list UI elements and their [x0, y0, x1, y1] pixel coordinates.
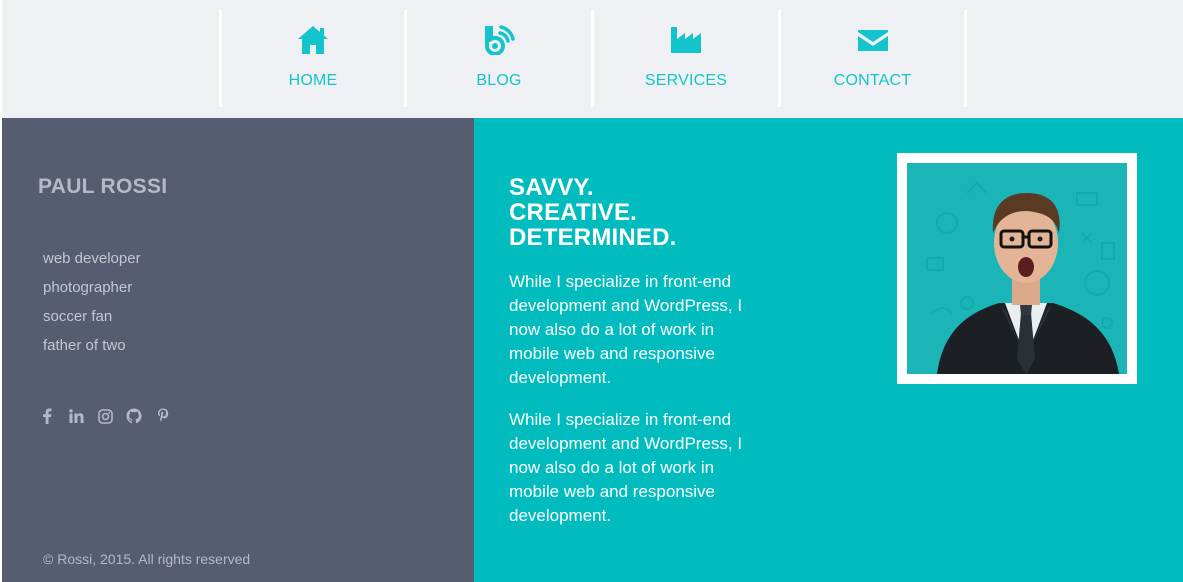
trait-item: father of two — [43, 337, 126, 354]
nav-item-blog[interactable]: BLOG — [404, 10, 591, 107]
factory-icon — [669, 24, 703, 56]
nav-item-contact[interactable]: CONTACT — [778, 10, 967, 107]
trait-item: soccer fan — [43, 308, 113, 325]
profile-photo — [907, 163, 1127, 374]
nav-item-home[interactable]: HOME — [219, 10, 404, 107]
intro-section: SAVVY. CREATIVE. DETERMINED. While I spe… — [474, 118, 1183, 582]
social-links — [38, 407, 172, 425]
pinterest-icon[interactable] — [154, 407, 172, 425]
profile-photo-frame — [897, 153, 1137, 384]
facebook-icon[interactable] — [38, 407, 56, 425]
intro-paragraph: While I specialize in front-end developm… — [509, 410, 743, 525]
nav-label-services: SERVICES — [644, 72, 728, 89]
headline-line: CREATIVE. — [509, 199, 638, 226]
trait-item: web developer — [43, 250, 141, 267]
trait-item: photographer — [43, 279, 133, 296]
nav-label-contact: CONTACT — [833, 72, 912, 89]
copyright-text: © Rossi, 2015. All rights reserved — [43, 551, 251, 567]
traits-list: web developer photographer soccer fan fa… — [43, 248, 141, 364]
instagram-icon[interactable] — [96, 407, 114, 425]
intro-paragraph: While I specialize in front-end developm… — [509, 272, 743, 387]
nav-label-blog: BLOG — [476, 72, 522, 89]
headline-line: DETERMINED. — [509, 224, 677, 251]
profile-name: PAUL ROSSI — [38, 175, 168, 198]
headline-line: SAVVY. — [509, 174, 594, 201]
page: HOME BLOG SERVICES CONTACT PAUL ROSSI we… — [2, 0, 1183, 582]
blog-icon — [483, 24, 515, 56]
linkedin-icon[interactable] — [67, 407, 85, 425]
headline: SAVVY. CREATIVE. DETERMINED. — [509, 175, 677, 250]
top-navigation: HOME BLOG SERVICES CONTACT — [2, 0, 1183, 118]
nav-label-home: HOME — [288, 72, 338, 89]
github-icon[interactable] — [125, 407, 143, 425]
envelope-icon — [857, 24, 889, 56]
profile-sidebar: PAUL ROSSI web developer photographer so… — [2, 118, 474, 582]
nav-item-services[interactable]: SERVICES — [591, 10, 778, 107]
home-icon — [296, 24, 330, 56]
